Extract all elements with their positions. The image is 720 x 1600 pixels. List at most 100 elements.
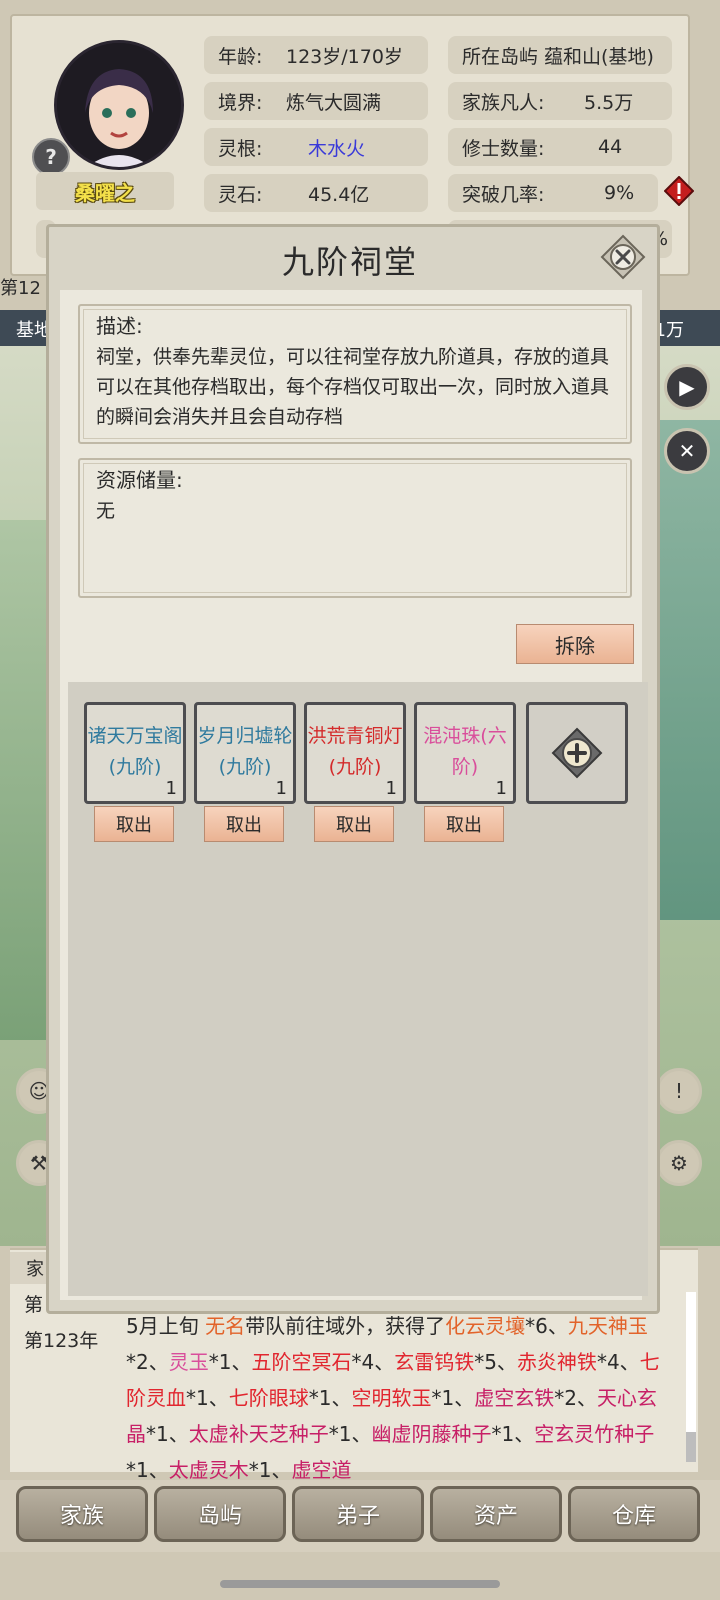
log-segment: 赤炎神铁 bbox=[516, 1350, 597, 1374]
log-segment: *1、 bbox=[248, 1458, 292, 1482]
item-slot[interactable]: 诸天万宝阁(九阶) 1 bbox=[84, 702, 186, 804]
log-segment: 化云灵壤 bbox=[445, 1314, 526, 1338]
year-side-label: 第12 bbox=[0, 278, 41, 299]
stat-cultivators-value: 44 bbox=[598, 136, 623, 158]
log-segment: 5月上旬 bbox=[126, 1314, 206, 1338]
stat-island[interactable]: 所在岛屿 蕴和山(基地) bbox=[448, 36, 672, 74]
log-segment: *4、 bbox=[596, 1350, 640, 1374]
log-segment: *6、 bbox=[525, 1314, 568, 1338]
log-entry-text: 5月上旬 无名带队前往域外，获得了化云灵壤*6、九天神玉*2、灵玉*1、五阶空冥… bbox=[126, 1308, 672, 1488]
dismantle-button[interactable]: 拆除 bbox=[516, 624, 634, 664]
dialog-title: 九阶祠堂 bbox=[281, 243, 418, 281]
item-name: 混沌珠(六阶) bbox=[423, 725, 507, 778]
nav-family[interactable]: 家族 bbox=[16, 1486, 148, 1542]
stat-breakthrough-label: 突破几率: bbox=[462, 183, 545, 206]
log-segment: *2、 bbox=[554, 1386, 597, 1410]
log-segment: 太虚补天芝种子 bbox=[188, 1422, 329, 1446]
take-out-button[interactable]: 取出 bbox=[314, 806, 394, 842]
take-out-button[interactable]: 取出 bbox=[424, 806, 504, 842]
resource-value: 无 bbox=[96, 500, 116, 522]
log-segment: *1、 bbox=[308, 1386, 352, 1410]
description-text: 祠堂，供奉先辈灵位，可以往祠堂存放九阶道具，存放的道具可以在其他存档取出，每个存… bbox=[96, 346, 610, 428]
log-segment: *1、 bbox=[146, 1422, 189, 1446]
character-name: 桑曜之 bbox=[36, 172, 174, 210]
log-segment: 太虚灵木 bbox=[168, 1458, 249, 1482]
log-segment: 七阶眼球 bbox=[228, 1386, 309, 1410]
log-segment: *1、 bbox=[431, 1386, 475, 1410]
stat-root-label: 灵根: bbox=[218, 137, 263, 160]
log-segment: 空玄灵竹种子 bbox=[534, 1422, 655, 1446]
settings-shortcut-button[interactable]: ⚙ bbox=[656, 1140, 702, 1186]
stat-cultivators-label: 修士数量: bbox=[462, 137, 545, 160]
stat-realm: 境界: 炼气大圆满 bbox=[204, 82, 428, 120]
avatar-portrait-icon bbox=[57, 43, 181, 167]
nav-island[interactable]: 岛屿 bbox=[154, 1486, 286, 1542]
log-segment: 虚空道 bbox=[291, 1458, 352, 1482]
help-button[interactable]: ? bbox=[32, 138, 70, 176]
item-count: 1 bbox=[495, 778, 507, 799]
stat-age-value: 123岁/170岁 bbox=[286, 45, 403, 68]
item-count: 1 bbox=[275, 778, 287, 799]
stat-stone-value: 45.4亿 bbox=[308, 183, 370, 206]
gear-icon: ⚙ bbox=[670, 1151, 688, 1175]
item-name: 诸天万宝阁(九阶) bbox=[87, 725, 183, 778]
resource-label: 资源储量: bbox=[96, 468, 183, 492]
stat-breakthrough: 突破几率: 9% bbox=[448, 174, 658, 212]
nav-warehouse[interactable]: 仓库 bbox=[568, 1486, 700, 1542]
stat-root: 灵根: 木水火 bbox=[204, 128, 428, 166]
log-segment: 虚空玄铁 bbox=[474, 1386, 555, 1410]
log-scrollbar-thumb[interactable] bbox=[686, 1432, 696, 1462]
item-count: 1 bbox=[385, 778, 397, 799]
stat-cultivators: 修士数量: 44 bbox=[448, 128, 672, 166]
stat-age: 年龄: 123岁/170岁 bbox=[204, 36, 428, 74]
nav-disciples[interactable]: 弟子 bbox=[292, 1486, 424, 1542]
item-name: 岁月归墟轮(九阶) bbox=[197, 725, 293, 778]
item-count: 1 bbox=[165, 778, 177, 799]
stat-realm-label: 境界: bbox=[218, 91, 263, 114]
log-segment: *1、 bbox=[186, 1386, 229, 1410]
log-segment: 五阶空冥石 bbox=[251, 1350, 352, 1374]
stat-island-text: 所在岛屿 蕴和山(基地) bbox=[462, 45, 654, 68]
warning-icon[interactable] bbox=[664, 176, 694, 206]
play-button[interactable]: ▶ bbox=[664, 364, 710, 410]
log-year-prev: 第 bbox=[24, 1294, 44, 1316]
log-segment: 空明软玉 bbox=[351, 1386, 432, 1410]
log-year: 第123年 bbox=[24, 1330, 99, 1352]
log-segment: 九天神玉 bbox=[567, 1314, 648, 1338]
plus-icon bbox=[551, 727, 603, 779]
item-name: 洪荒青铜灯(九阶) bbox=[307, 725, 403, 778]
log-segment: 灵玉 bbox=[168, 1350, 209, 1374]
add-item-slot[interactable] bbox=[526, 702, 628, 804]
dialog-close-button[interactable] bbox=[600, 234, 646, 280]
log-segment: *5、 bbox=[474, 1350, 517, 1374]
take-out-button[interactable]: 取出 bbox=[94, 806, 174, 842]
stat-realm-value: 炼气大圆满 bbox=[286, 91, 382, 114]
stat-breakthrough-value: 9% bbox=[604, 182, 635, 204]
character-avatar[interactable] bbox=[54, 40, 184, 170]
nav-assets[interactable]: 资产 bbox=[430, 1486, 562, 1542]
description-label: 描述: bbox=[96, 314, 143, 338]
take-out-button[interactable]: 取出 bbox=[204, 806, 284, 842]
log-segment: *4、 bbox=[351, 1350, 395, 1374]
item-slot[interactable]: 混沌珠(六阶) 1 bbox=[414, 702, 516, 804]
log-segment: 玄雷钨铁 bbox=[394, 1350, 475, 1374]
stat-spirit-stone: 灵石: 45.4亿 bbox=[204, 174, 428, 212]
stat-stone-label: 灵石: bbox=[218, 183, 263, 206]
stat-mortals-value: 5.5万 bbox=[584, 91, 634, 114]
item-slot[interactable]: 岁月归墟轮(九阶) 1 bbox=[194, 702, 296, 804]
log-segment: 幽虚阴藤种子 bbox=[371, 1422, 492, 1446]
log-segment: *1、 bbox=[328, 1422, 372, 1446]
stat-mortals-label: 家族凡人: bbox=[462, 91, 545, 114]
log-segment: *1、 bbox=[208, 1350, 252, 1374]
item-slot[interactable]: 洪荒青铜灯(九阶) 1 bbox=[304, 702, 406, 804]
map-close-button[interactable]: ✕ bbox=[664, 428, 710, 474]
stat-root-value: 木水火 bbox=[308, 137, 366, 160]
log-segment: 带队前往域外，获得了 bbox=[245, 1314, 446, 1338]
log-segment: *2、 bbox=[126, 1350, 169, 1374]
home-indicator[interactable] bbox=[220, 1580, 500, 1588]
event-shortcut-button[interactable]: ! bbox=[656, 1068, 702, 1114]
log-segment: 无名 bbox=[205, 1314, 246, 1338]
question-icon: ? bbox=[45, 145, 57, 169]
stat-age-label: 年龄: bbox=[218, 45, 263, 68]
log-segment: *1、 bbox=[126, 1458, 169, 1482]
